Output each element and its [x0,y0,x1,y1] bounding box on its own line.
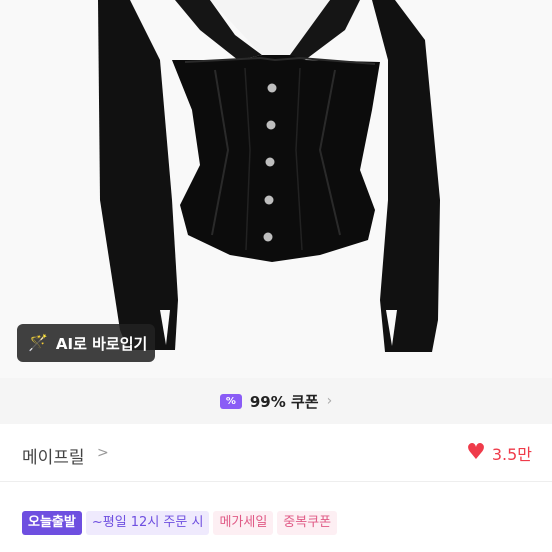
ai-try-on-label: AI로 바로입기 [55,334,148,353]
ai-try-on-button[interactable]: 🪄 AI로 바로입기 [17,324,155,362]
like-count: 3.5만 [491,445,532,464]
heart-icon: ♥ [466,440,486,465]
badge-order-cutoff: ~평일 12시 주문 시 [85,511,210,535]
product-image[interactable]: 🪄 AI로 바로입기 [0,0,552,378]
coupon-banner[interactable]: % 99% 쿠폰 › [0,378,552,424]
coupon-text: 99% 쿠폰 [249,392,319,411]
badge-mega-sale: 메가세일 [213,511,274,535]
black-corset-jacket-image [98,0,440,352]
badge-list: 오늘출발 ~평일 12시 주문 시 메가세일 중복쿠폰 [22,511,338,535]
chevron-right-icon: > [97,445,109,461]
badge-today-ship: 오늘출발 [22,511,82,535]
seller-row[interactable]: 메이프릴 > ♥ 3.5만 [0,424,552,482]
chevron-right-icon: › [326,393,333,409]
magic-wand-icon: 🪄 [28,333,48,352]
coupon-ticket-icon: % [219,393,242,409]
seller-name[interactable]: 메이프릴 [22,443,85,468]
like-button[interactable]: ♥ 3.5만 [466,441,532,465]
badge-duplicate-coupon: 중복쿠폰 [277,511,338,535]
